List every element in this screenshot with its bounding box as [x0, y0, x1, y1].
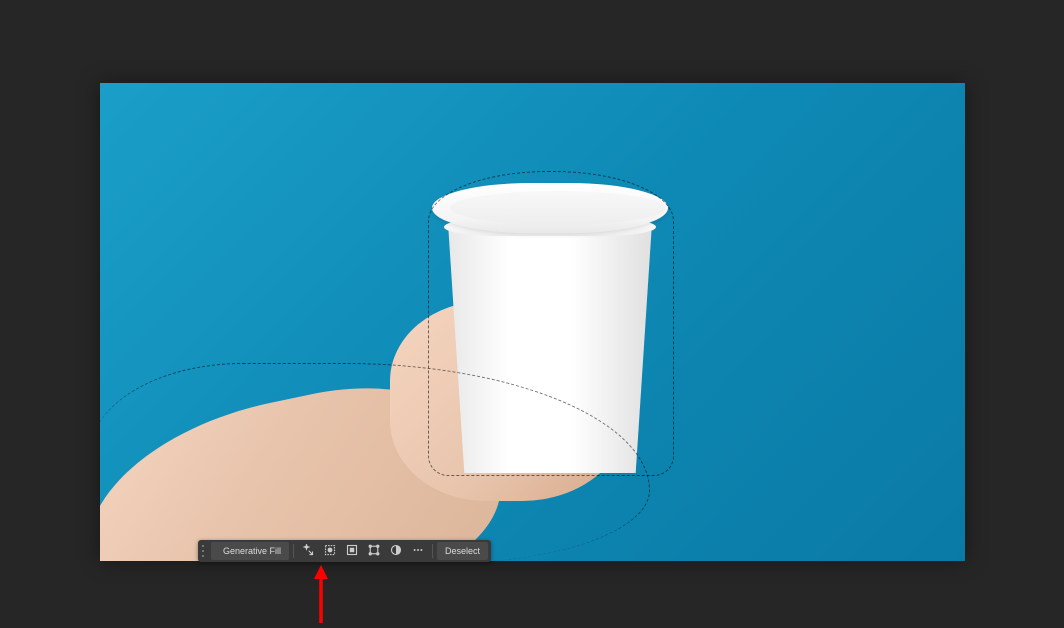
remove-background-button[interactable] [342, 542, 362, 560]
generative-fill-label: Generative Fill [223, 546, 281, 556]
canvas-document[interactable] [100, 83, 965, 561]
select-subject-icon [324, 544, 336, 559]
adjustment-icon [390, 544, 402, 559]
remove-background-icon [346, 544, 358, 559]
expand-sparkle-icon [302, 544, 314, 559]
image-content-cup [440, 183, 660, 473]
transform-button[interactable] [364, 542, 384, 560]
divider [432, 544, 433, 558]
adjustment-layer-button[interactable] [386, 542, 406, 560]
taskbar-drag-handle[interactable] [202, 543, 208, 559]
more-options-button[interactable] [408, 542, 428, 560]
deselect-label: Deselect [445, 546, 480, 556]
generative-expand-button[interactable] [298, 542, 318, 560]
generative-fill-button[interactable]: Generative Fill [211, 542, 289, 560]
select-subject-button[interactable] [320, 542, 340, 560]
transform-icon [368, 544, 380, 559]
divider [293, 544, 294, 558]
more-icon [412, 544, 424, 559]
contextual-taskbar: Generative Fill Deselect [198, 540, 491, 562]
deselect-button[interactable]: Deselect [437, 542, 488, 560]
annotation-arrow [311, 565, 331, 623]
